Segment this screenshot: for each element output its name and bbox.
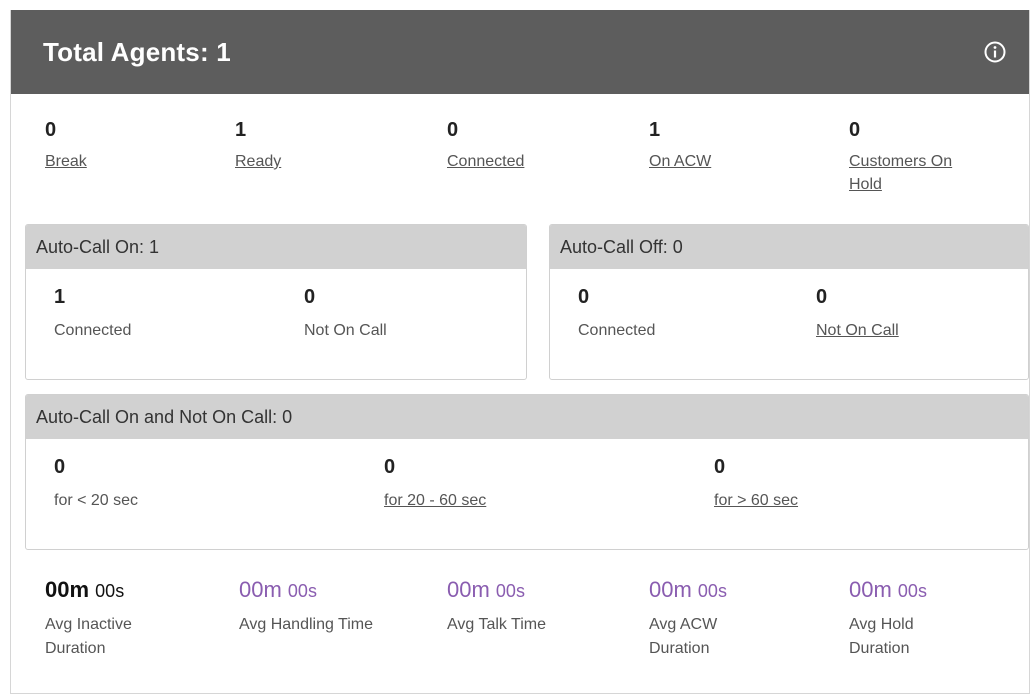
ready-link[interactable]: Ready xyxy=(235,150,281,173)
stat-value: 0 xyxy=(54,456,66,478)
metric-label: Avg ACW Duration xyxy=(649,616,718,657)
stat-value: 0 xyxy=(714,456,726,478)
metric-label: Avg Hold Duration xyxy=(849,616,914,657)
duration-under-20: 0 for < 20 sec xyxy=(54,455,138,512)
stat-value: 0 xyxy=(578,286,590,308)
auto-off-connected: 0 Connected xyxy=(578,285,655,342)
stat-value: 0 xyxy=(849,119,861,141)
summary-stats: 0 Break 1 Ready 0 Connected 1 On ACW 0 C… xyxy=(11,94,1029,214)
break-link[interactable]: Break xyxy=(45,150,87,173)
stat-label: Connected xyxy=(54,322,132,339)
auto-call-off-panel: Auto-Call Off: 0 0 Connected 0 Not On Ca… xyxy=(549,224,1029,380)
not-on-call-link[interactable]: Not On Call xyxy=(816,319,899,342)
auto-on-not-on-call: 0 Not On Call xyxy=(304,285,387,342)
metric-label: Avg Talk Time xyxy=(447,616,547,633)
widget-title: Total Agents: 1 xyxy=(43,36,231,67)
stat-value: 1 xyxy=(649,119,661,141)
auto-call-on-panel: Auto-Call On: 1 1 Connected 0 Not On Cal… xyxy=(25,224,527,380)
auto-on-connected: 1 Connected xyxy=(54,285,131,342)
stat-label: Connected xyxy=(578,322,656,339)
metric-avg-inactive-duration: 00m 00s Avg Inactive Duration xyxy=(45,576,185,661)
stat-on-acw: 1 On ACW xyxy=(649,118,711,173)
stat-value: 0 xyxy=(447,119,459,141)
customers-on-hold-link[interactable]: Customers On Hold xyxy=(849,150,989,196)
connected-link[interactable]: Connected xyxy=(447,150,524,173)
metric-label: Avg Handling Time xyxy=(239,616,373,633)
duration-20-60: 0 for 20 - 60 sec xyxy=(384,455,486,512)
stat-customers-on-hold: 0 Customers On Hold xyxy=(849,118,989,196)
metric-avg-acw-duration: 00m 00s Avg ACW Duration xyxy=(649,576,759,661)
auto-on-not-on-call-panel: Auto-Call On and Not On Call: 0 0 for < … xyxy=(25,394,1029,550)
on-acw-link[interactable]: On ACW xyxy=(649,150,711,173)
metric-time: 00m 00s xyxy=(45,577,125,602)
stat-label: for < 20 sec xyxy=(54,492,139,509)
duration-over-60-link[interactable]: for > 60 sec xyxy=(714,489,798,512)
auto-on-not-on-call-title: Auto-Call On and Not On Call: 0 xyxy=(26,395,1028,439)
total-agents-widget: Total Agents: 1 0 Break 1 Ready 0 Connec… xyxy=(10,10,1030,694)
duration-over-60: 0 for > 60 sec xyxy=(714,455,798,512)
stat-break: 0 Break xyxy=(45,118,87,173)
stat-connected: 0 Connected xyxy=(447,118,524,173)
auto-call-on-title: Auto-Call On: 1 xyxy=(26,225,526,269)
metric-time: 00m 00s xyxy=(239,577,317,602)
stat-value: 0 xyxy=(816,286,828,308)
metric-avg-handling-time: 00m 00s Avg Handling Time xyxy=(239,576,419,637)
stat-value: 0 xyxy=(304,286,316,308)
metric-time: 00m 00s xyxy=(447,577,525,602)
metric-avg-talk-time: 00m 00s Avg Talk Time xyxy=(447,576,607,637)
stat-value: 1 xyxy=(235,119,247,141)
metric-time: 00m 00s xyxy=(849,577,927,602)
stat-value: 1 xyxy=(54,286,66,308)
stat-value: 0 xyxy=(384,456,396,478)
widget-header: Total Agents: 1 xyxy=(11,10,1029,94)
duration-20-60-link[interactable]: for 20 - 60 sec xyxy=(384,489,486,512)
stat-value: 0 xyxy=(45,119,57,141)
stat-label: Not On Call xyxy=(304,322,387,339)
auto-call-off-title: Auto-Call Off: 0 xyxy=(550,225,1028,269)
auto-off-not-on-call: 0 Not On Call xyxy=(816,285,899,342)
stat-ready: 1 Ready xyxy=(235,118,281,173)
metric-time: 00m 00s xyxy=(649,577,727,602)
info-icon[interactable] xyxy=(983,40,1007,64)
metric-avg-hold-duration: 00m 00s Avg Hold Duration xyxy=(849,576,959,661)
metric-label: Avg Inactive Duration xyxy=(45,616,132,657)
